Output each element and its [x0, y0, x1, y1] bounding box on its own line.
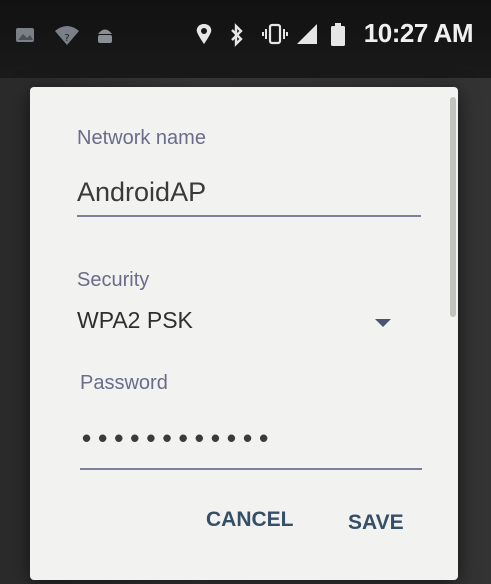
android-icon [94, 24, 116, 46]
vibrate-icon [261, 23, 288, 45]
dialog-scrollbar[interactable] [450, 97, 456, 317]
gallery-icon [14, 24, 36, 46]
svg-text:?: ? [64, 33, 69, 44]
status-left-icons: ? [14, 24, 116, 46]
cancel-button[interactable]: CANCEL [206, 508, 294, 532]
status-clock: 10:27 AM [363, 18, 474, 48]
security-select[interactable]: WPA2 PSK [77, 307, 193, 334]
security-label: Security [77, 269, 150, 291]
wifi-question-icon: ? [54, 24, 79, 46]
password-label: Password [80, 372, 168, 394]
password-underline [80, 468, 422, 470]
save-button[interactable]: SAVE [348, 511, 404, 535]
password-input[interactable]: •••••••••••• [82, 423, 275, 454]
chevron-down-icon[interactable] [375, 319, 391, 327]
battery-icon [330, 22, 352, 46]
network-name-label: Network name [77, 127, 206, 149]
status-bar: ? 10:27 AM [0, 0, 491, 78]
bluetooth-icon [228, 22, 250, 47]
status-right-icons: 10:27 AM [194, 18, 474, 49]
signal-icon [296, 23, 318, 45]
network-name-underline [77, 215, 421, 217]
location-icon [194, 23, 216, 45]
wifi-network-dialog: Network name AndroidAP Security WPA2 PSK… [30, 87, 458, 580]
network-name-input[interactable]: AndroidAP [77, 177, 206, 208]
